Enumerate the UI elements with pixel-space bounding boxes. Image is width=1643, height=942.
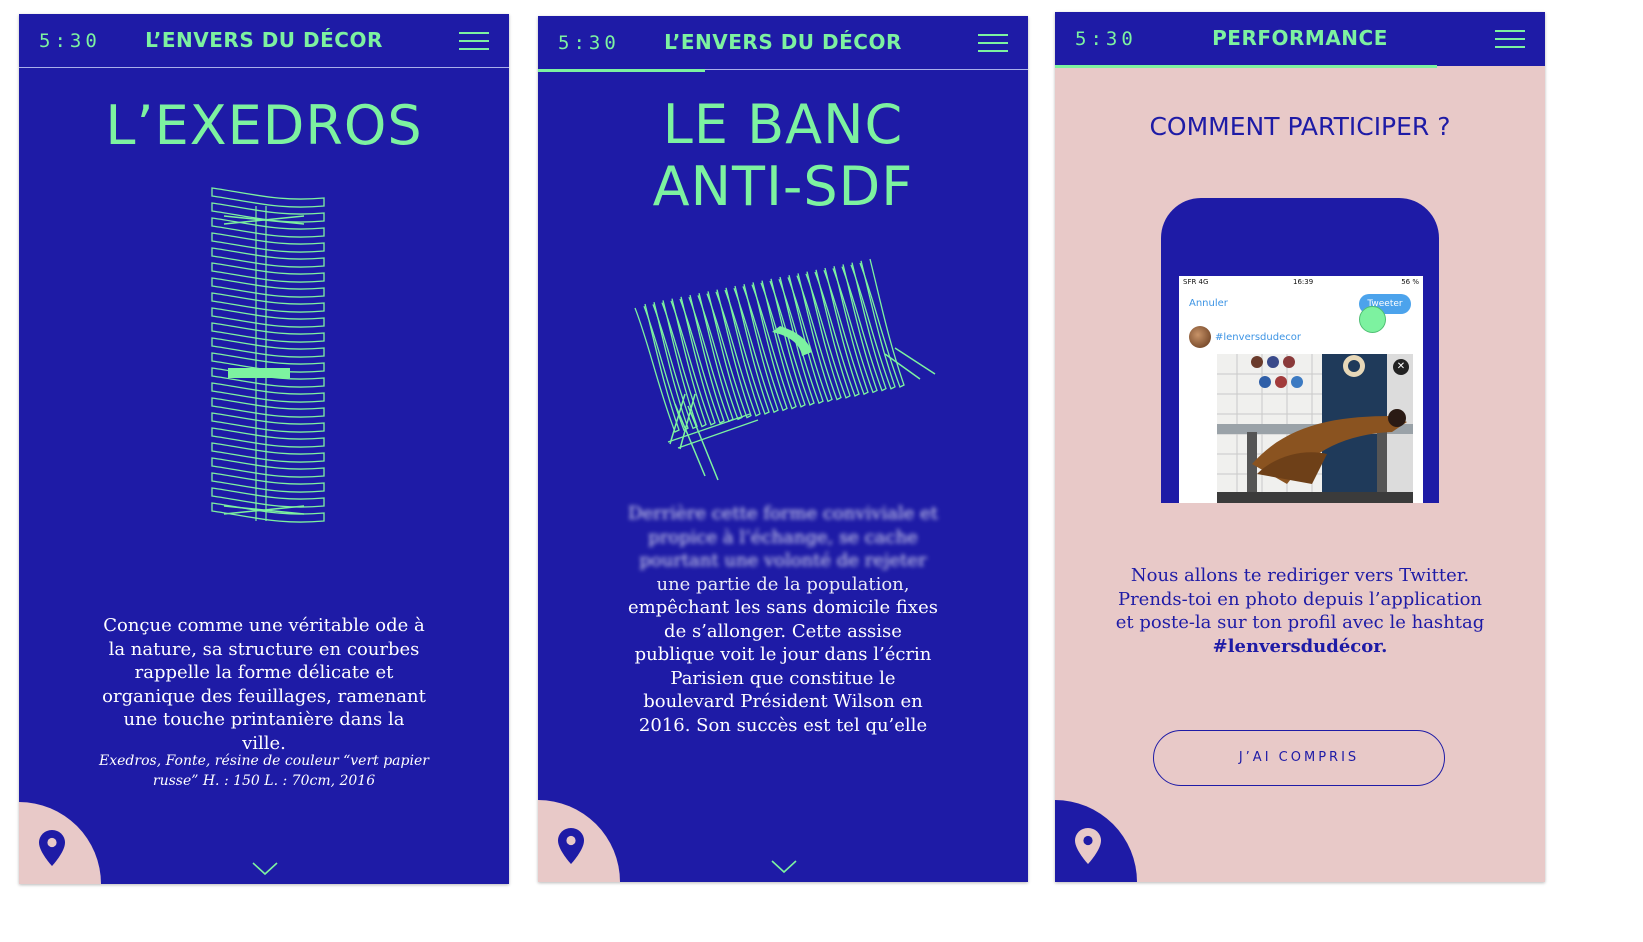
screen-banc-anti-sdf: 5:30 L’ENVERS DU DÉCOR LE BANC ANTI-SDF … [538, 16, 1028, 882]
description-text-faded: Derrière cette forme conviviale et propi… [628, 503, 938, 571]
hamburger-menu-icon[interactable] [459, 32, 489, 52]
mock-cancel-link: Annuler [1189, 298, 1228, 309]
avatar [1189, 326, 1211, 348]
slat [211, 382, 325, 403]
app-header: 5:30 PERFORMANCE [1055, 12, 1545, 66]
map-pin-icon[interactable] [558, 828, 584, 864]
reading-progress-bar [538, 69, 705, 72]
slat [211, 232, 325, 253]
photo-image [1217, 354, 1413, 503]
title-line-2: ANTI-SDF [652, 155, 914, 218]
slat [211, 322, 325, 343]
description-text: Conçue comme une véritable ode à la natu… [102, 615, 426, 754]
phone-mockup: SFR 4G 16:39 56 % Annuler Tweeter #lenve… [1161, 198, 1439, 503]
header-divider [19, 67, 509, 68]
description-text-partial: une partie de la population, [656, 574, 910, 595]
app-header: 5:30 L’ENVERS DU DÉCOR [19, 14, 509, 68]
slat [211, 292, 325, 313]
map-pin-icon[interactable] [39, 830, 65, 866]
screen-exedros: 5:30 L’ENVERS DU DÉCOR L’EXEDROS Conçue … [19, 14, 509, 884]
header-title: L’ENVERS DU DÉCOR [664, 30, 902, 54]
slat [211, 442, 325, 463]
attached-photo: ✕ [1217, 354, 1413, 503]
page-title: LE BANC ANTI-SDF [538, 94, 1028, 218]
hashtag-label: #lenversdudécor. [1212, 635, 1388, 657]
anti-sdf-bench-illustration [634, 258, 936, 481]
chevron-down-icon[interactable] [771, 860, 797, 874]
tap-indicator [1359, 306, 1386, 333]
instructions-body: Nous allons te rediriger vers Twitter. P… [1115, 565, 1485, 633]
slat [211, 187, 325, 208]
title-line-1: LE BANC [662, 93, 904, 156]
slat [211, 487, 325, 508]
mock-clock: 16:39 [1293, 278, 1314, 286]
slat [211, 307, 325, 328]
app-header: 5:30 L’ENVERS DU DÉCOR [538, 16, 1028, 70]
slat [643, 302, 689, 432]
chevron-down-icon[interactable] [252, 862, 278, 876]
exedros-bench-illustration [211, 187, 325, 523]
mock-battery: 56 % [1401, 278, 1419, 286]
twitter-compose-screenshot: SFR 4G 16:39 56 % Annuler Tweeter #lenve… [1179, 276, 1423, 503]
slat [211, 337, 325, 358]
page-title: L’EXEDROS [105, 94, 423, 157]
close-icon: ✕ [1393, 359, 1409, 375]
page-title: COMMENT PARTICIPER ? [1149, 112, 1451, 141]
hamburger-menu-icon[interactable] [1495, 30, 1525, 50]
slat [211, 397, 325, 418]
slat [211, 262, 325, 283]
header-title: L’ENVERS DU DÉCOR [145, 28, 383, 52]
mock-hashtag: #lenversdudecor [1215, 332, 1301, 343]
slat [211, 427, 325, 448]
mock-carrier: SFR 4G [1183, 278, 1209, 286]
slat [211, 277, 325, 298]
mock-status-bar: SFR 4G 16:39 56 % [1183, 278, 1419, 288]
slat [211, 472, 325, 493]
artwork-caption: Exedros, Fonte, résine de couleur “vert … [99, 753, 429, 789]
slat [211, 457, 325, 478]
map-pin-icon[interactable] [1075, 828, 1101, 864]
hamburger-menu-icon[interactable] [978, 34, 1008, 54]
screen-performance: 5:30 PERFORMANCE COMMENT PARTICIPER ? SF… [1055, 12, 1545, 882]
slat [211, 412, 325, 433]
understood-button[interactable]: J’AI COMPRIS [1153, 730, 1445, 786]
header-title: PERFORMANCE [1212, 26, 1388, 50]
slat [634, 303, 680, 433]
reading-progress-bar [1055, 65, 1438, 68]
description-text: empêchant les sans domicile fixes de s’a… [628, 597, 938, 736]
slat [211, 247, 325, 268]
instructions-text: Nous allons te rediriger vers Twitter. P… [1115, 564, 1485, 658]
